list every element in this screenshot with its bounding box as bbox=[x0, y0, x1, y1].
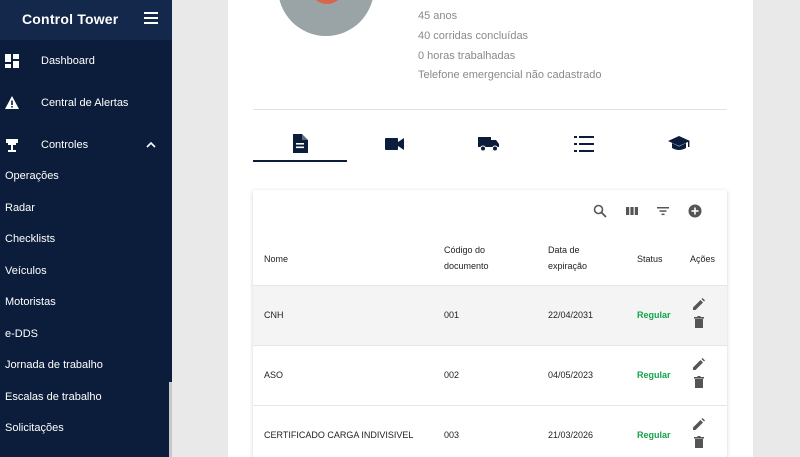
active-tab-indicator bbox=[253, 160, 347, 162]
header-codigo-line2[interactable]: documento bbox=[444, 259, 489, 274]
sidebar-subitem-edds[interactable]: e-DDS bbox=[5, 328, 38, 340]
dashboard-icon bbox=[5, 54, 19, 68]
document-icon bbox=[293, 134, 308, 153]
driver-profile-card: 45 anos 40 corridas concluídas 0 horas t… bbox=[228, 0, 753, 457]
video-camera-icon bbox=[385, 138, 404, 150]
table-row[interactable]: ASO 002 04/05/2023 Regular bbox=[253, 345, 727, 405]
sidebar-subitem-checklists[interactable]: Checklists bbox=[5, 233, 55, 245]
delete-icon[interactable] bbox=[693, 436, 705, 448]
sidebar-subitem-escalas[interactable]: Escalas de trabalho bbox=[5, 391, 102, 403]
cell-data: 22/04/2031 bbox=[548, 310, 594, 320]
sidebar-item-dashboard[interactable]: Dashboard bbox=[0, 46, 172, 76]
profile-hours: 0 horas trabalhadas bbox=[418, 50, 516, 62]
sidebar-subitem-radar[interactable]: Radar bbox=[5, 202, 35, 214]
edit-icon[interactable] bbox=[693, 418, 705, 430]
header-data-line1[interactable]: Data de bbox=[548, 243, 580, 258]
avatar bbox=[278, 0, 374, 36]
edit-icon[interactable] bbox=[693, 298, 705, 310]
warning-icon bbox=[5, 96, 19, 109]
header-data-line2[interactable]: expiração bbox=[548, 259, 587, 274]
header-acoes: Ações bbox=[690, 254, 716, 264]
tower-icon bbox=[6, 139, 18, 152]
sidebar-scrollbar[interactable] bbox=[169, 382, 172, 457]
tab-checklist[interactable] bbox=[537, 128, 631, 162]
tab-video[interactable] bbox=[348, 128, 442, 162]
sidebar-item-controles[interactable]: Controles bbox=[0, 130, 172, 160]
background-gutter bbox=[753, 0, 800, 457]
sidebar-subitem-motoristas[interactable]: Motoristas bbox=[5, 296, 56, 308]
hamburger-menu-icon[interactable] bbox=[144, 12, 158, 24]
cell-data: 04/05/2023 bbox=[548, 370, 594, 380]
sidebar-item-label: Controles bbox=[41, 139, 89, 151]
tab-vehicles[interactable] bbox=[442, 128, 536, 162]
status-badge: Regular bbox=[637, 310, 671, 320]
profile-age: 45 anos bbox=[418, 10, 458, 22]
filter-icon[interactable] bbox=[656, 204, 670, 218]
header-codigo-line1[interactable]: Código do bbox=[444, 243, 485, 258]
sidebar-item-label: Dashboard bbox=[41, 55, 95, 67]
cell-nome: ASO bbox=[264, 370, 284, 380]
cell-data: 21/03/2026 bbox=[548, 430, 594, 440]
header-nome[interactable]: Nome bbox=[264, 252, 288, 267]
divider bbox=[253, 109, 727, 110]
sidebar-subitem-jornada[interactable]: Jornada de trabalho bbox=[5, 359, 103, 371]
graduation-cap-icon bbox=[668, 136, 690, 150]
sidebar-subitem-solicitacoes[interactable]: Solicitações bbox=[5, 422, 64, 434]
cell-codigo: 003 bbox=[444, 430, 460, 440]
cell-nome: CNH bbox=[264, 310, 284, 320]
status-badge: Regular bbox=[637, 370, 671, 380]
cell-codigo: 001 bbox=[444, 310, 460, 320]
status-badge: Regular bbox=[637, 430, 671, 440]
profile-rides: 40 corridas concluídas bbox=[418, 30, 529, 42]
sidebar-item-label: Central de Alertas bbox=[41, 97, 129, 109]
sidebar-subitem-veiculos[interactable]: Veículos bbox=[5, 265, 47, 277]
chevron-up-icon[interactable] bbox=[146, 141, 156, 149]
tab-training[interactable] bbox=[632, 128, 726, 162]
sidebar-header: Control Tower bbox=[0, 0, 172, 40]
app-title: Control Tower bbox=[22, 11, 119, 27]
delete-icon[interactable] bbox=[693, 376, 705, 388]
table-row[interactable]: CNH 001 22/04/2031 Regular bbox=[253, 285, 727, 345]
cell-nome: CERTIFICADO CARGA INDIVISIVEL bbox=[264, 430, 414, 440]
documents-table: Nome Código do documento Data de expiraç… bbox=[253, 190, 727, 457]
profile-emergency-phone: Telefone emergencial não cadastrado bbox=[418, 69, 602, 81]
truck-icon bbox=[478, 137, 499, 152]
sidebar-subitem-operacoes[interactable]: Operações bbox=[5, 170, 59, 182]
cell-codigo: 002 bbox=[444, 370, 460, 380]
table-row[interactable]: CERTIFICADO CARGA INDIVISIVEL 003 21/03/… bbox=[253, 405, 727, 457]
delete-icon[interactable] bbox=[693, 316, 705, 328]
sidebar: Control Tower Dashboard Central de Alert… bbox=[0, 0, 172, 457]
edit-icon[interactable] bbox=[693, 358, 705, 370]
header-status[interactable]: Status bbox=[637, 252, 663, 267]
add-icon[interactable] bbox=[688, 204, 702, 218]
tab-documents[interactable] bbox=[253, 128, 347, 162]
checklist-icon bbox=[574, 136, 594, 152]
sidebar-item-alertas[interactable]: Central de Alertas bbox=[0, 88, 172, 118]
columns-icon[interactable] bbox=[625, 204, 639, 218]
search-icon[interactable] bbox=[593, 204, 607, 218]
